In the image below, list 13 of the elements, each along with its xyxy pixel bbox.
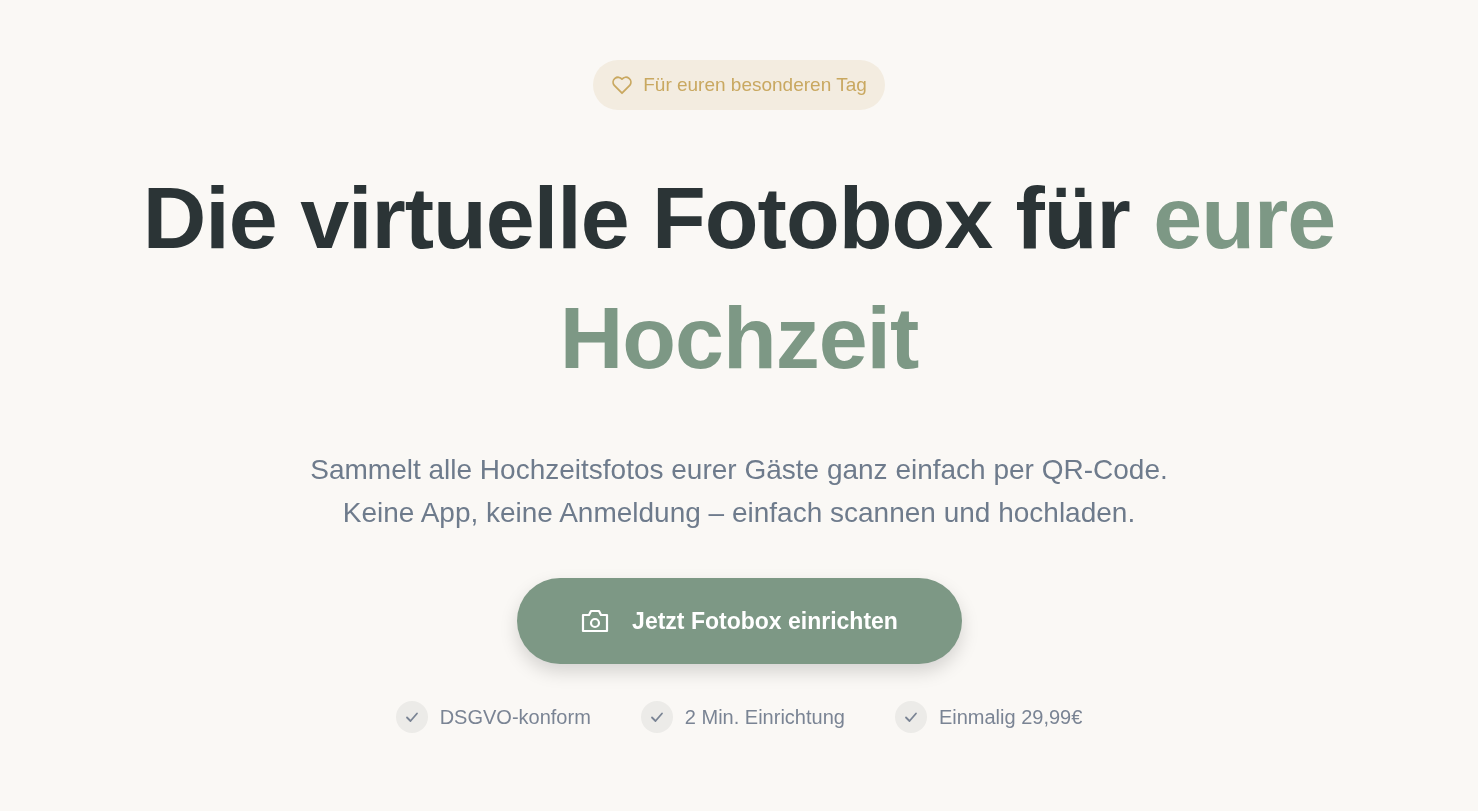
feature-text: 2 Min. Einrichtung bbox=[684, 705, 845, 730]
subtitle-line: Keine App, keine Anmeldung – einfach scannen und hochladen. bbox=[342, 496, 1136, 530]
check-icon bbox=[395, 701, 428, 733]
camera-icon bbox=[580, 608, 611, 634]
headline: Die virtuelle Fotobox für eure Hochzeit bbox=[141, 167, 1337, 389]
heart-icon bbox=[611, 75, 634, 95]
cta-button[interactable]: Jetzt Fotobox einrichten bbox=[516, 578, 962, 664]
check-icon bbox=[640, 701, 673, 733]
subtitle-line: Sammelt alle Hochzeitsfotos eurer Gäste ganz einfach per QR-Code. bbox=[310, 453, 1168, 487]
tagline-text: Für euren besonderen Tag bbox=[643, 72, 867, 97]
feature-text: DSGVO-konform bbox=[439, 705, 591, 730]
feature-text: Einmalig 29,99€ bbox=[938, 705, 1083, 730]
check-icon bbox=[894, 701, 927, 733]
